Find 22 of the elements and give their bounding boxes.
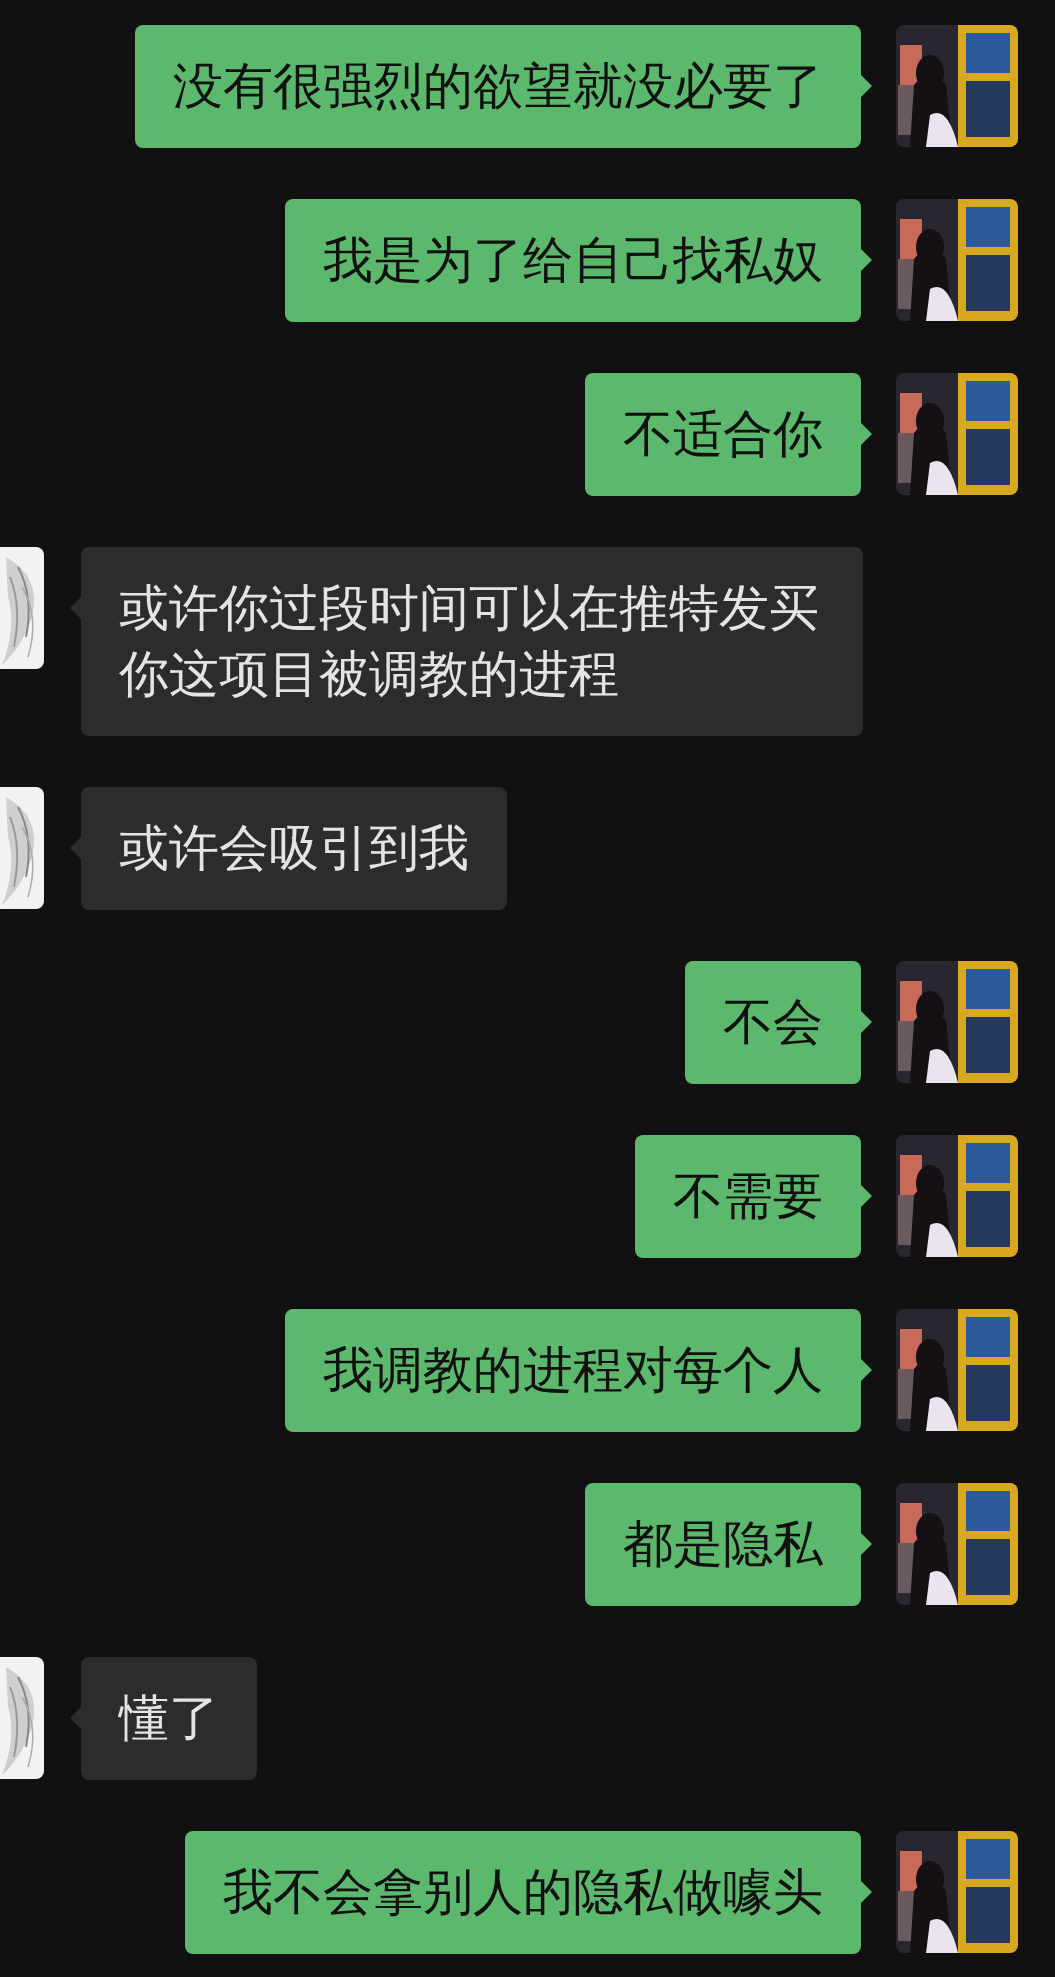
bubble-tail-icon xyxy=(861,1185,872,1207)
message-bubble: 不适合你 xyxy=(585,373,861,496)
bubble-tail-icon xyxy=(861,1881,872,1903)
message-bubble: 我调教的进程对每个人 xyxy=(285,1309,861,1432)
message-bubble: 或许你过段时间可以在推特发买你这项目被调教的进程 xyxy=(81,547,863,736)
message-bubble: 都是隐私 xyxy=(585,1483,861,1606)
bubble-tail-icon xyxy=(861,75,872,97)
bubble-tail-icon xyxy=(70,1707,81,1729)
bubble-tail-icon xyxy=(861,1011,872,1033)
bubble-tail-icon xyxy=(861,249,872,271)
bubble-tail-icon xyxy=(861,423,872,445)
message-bubble: 不会 xyxy=(685,961,861,1084)
bubble-tail-icon xyxy=(70,597,81,619)
message-bubble: 懂了 xyxy=(81,1657,257,1780)
message-bubble: 不需要 xyxy=(635,1135,861,1258)
bubble-tail-icon xyxy=(861,1359,872,1381)
message-bubble: 我不会拿别人的隐私做噱头 xyxy=(185,1831,861,1954)
bubble-tail-icon xyxy=(861,1533,872,1555)
message-bubble: 我是为了给自己找私奴 xyxy=(285,199,861,322)
bubble-tail-icon xyxy=(70,837,81,859)
message-bubble: 没有很强烈的欲望就没必要了 xyxy=(135,25,861,148)
message-bubble: 或许会吸引到我 xyxy=(81,787,507,910)
